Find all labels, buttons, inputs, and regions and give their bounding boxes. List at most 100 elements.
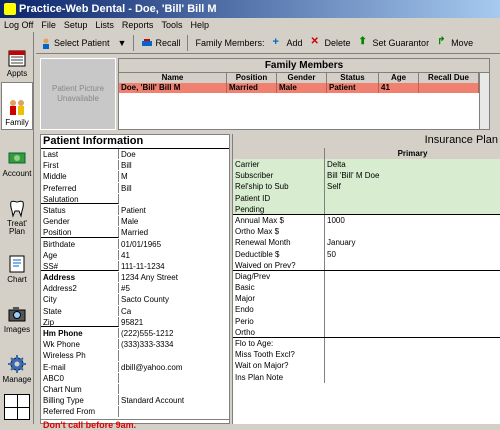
insurance-row[interactable]: Ortho Max $ xyxy=(233,226,500,238)
insurance-row[interactable]: Basic xyxy=(233,282,500,294)
menu-tools[interactable]: Tools xyxy=(157,20,186,30)
sidebar-item-label: Account xyxy=(2,169,32,178)
column-header-recall-due[interactable]: Recall Due xyxy=(419,73,479,83)
patient-info-row[interactable]: City Sacto County xyxy=(41,294,229,306)
patient-info-row[interactable]: Billing Type Standard Account xyxy=(41,395,229,407)
add-family-member-button[interactable]: + Add xyxy=(269,34,307,52)
menu-file[interactable]: File xyxy=(37,20,60,30)
menu-lists[interactable]: Lists xyxy=(91,20,118,30)
patient-info-label: Middle xyxy=(41,171,119,182)
patient-info-row[interactable]: ABC0 xyxy=(41,372,229,384)
patient-info-row[interactable]: Chart Num xyxy=(41,383,229,396)
insurance-row[interactable]: Renewal Month January xyxy=(233,237,500,249)
patient-info-row[interactable]: Middle M xyxy=(41,171,229,183)
insurance-row[interactable]: Flo to Age: xyxy=(233,338,500,350)
patient-info-row[interactable]: Position Married xyxy=(41,227,229,239)
insurance-row[interactable]: Ins Plan Note xyxy=(233,371,500,383)
patient-info-row[interactable]: Age 41 xyxy=(41,249,229,261)
insurance-row[interactable]: Perio xyxy=(233,315,500,327)
insurance-row[interactable]: Pending xyxy=(233,203,500,215)
recall-icon xyxy=(142,38,153,46)
insurance-row[interactable]: Rel'ship to Sub Self xyxy=(233,181,500,193)
patient-info-value: Sacto County xyxy=(121,295,170,305)
insurance-row[interactable]: Carrier Delta xyxy=(233,159,500,171)
menu-reports[interactable]: Reports xyxy=(118,20,158,30)
window-title: Practice-Web Dental - Doe, 'Bill' Bill M xyxy=(19,3,217,15)
insurance-row[interactable]: Deductible $50 xyxy=(233,248,500,260)
cell-position: Married xyxy=(227,83,277,93)
recall-button[interactable]: Recall xyxy=(137,34,184,52)
select-patient-button[interactable]: Select Patient xyxy=(36,34,114,52)
patient-info-row[interactable]: Last Doe xyxy=(41,149,229,161)
insurance-row[interactable]: Patient ID xyxy=(233,192,500,204)
insurance-row[interactable]: Miss Tooth Excl? xyxy=(233,349,500,361)
patient-info-row[interactable]: Status Patient xyxy=(41,204,229,217)
insurance-row[interactable]: Wait on Major? xyxy=(233,360,500,372)
insurance-row[interactable]: Major xyxy=(233,293,500,305)
insurance-value: Delta xyxy=(325,159,500,171)
insurance-row[interactable]: Subscriber Bill 'Bill' M Doe xyxy=(233,170,500,182)
table-row[interactable]: Doe, 'Bill' Bill M Married Male Patient … xyxy=(119,83,489,93)
patient-information-title: Patient Information xyxy=(41,135,229,149)
patient-info-row[interactable]: Gender Male xyxy=(41,216,229,228)
sidebar-item-label: Treat' Plan xyxy=(7,219,27,236)
insurance-label: Carrier xyxy=(233,159,325,171)
column-header-age[interactable]: Age xyxy=(379,73,419,83)
sidebar-item-manage[interactable]: Manage xyxy=(1,338,33,386)
insurance-row[interactable]: Diag/Prev xyxy=(233,270,500,283)
grid-view-icon[interactable] xyxy=(4,394,30,420)
patient-note[interactable]: Don't call before 9am. xyxy=(41,418,229,430)
patient-info-label: SS# xyxy=(41,260,119,272)
patient-info-row[interactable]: Birthdate 01/01/1965 xyxy=(41,238,229,250)
select-patient-dropdown[interactable]: ▼ xyxy=(114,34,131,52)
column-header-position[interactable]: Position xyxy=(227,73,277,83)
set-guarantor-button[interactable]: ⬆ Set Guarantor xyxy=(355,34,434,52)
patient-info-row[interactable]: Preferred Bill xyxy=(41,182,229,194)
patient-info-row[interactable]: E-mail dbill@yahoo.com xyxy=(41,361,229,373)
move-button[interactable]: ↱ Move xyxy=(433,34,477,52)
patient-info-value: 111-11-1234 xyxy=(121,261,165,271)
family-grid-header: Name Position Gender Status Age Recall D… xyxy=(119,73,489,83)
insurance-row[interactable]: Waived on Prev? xyxy=(233,259,500,271)
insurance-label: Annual Max $ xyxy=(233,214,325,227)
sidebar-item-treat-plan[interactable]: Treat' Plan xyxy=(1,182,33,238)
insurance-value xyxy=(325,260,500,270)
patient-info-row[interactable]: Wireless Ph xyxy=(41,350,229,362)
column-header-name[interactable]: Name xyxy=(119,73,227,83)
delete-family-member-button[interactable]: ✕ Delete xyxy=(307,34,355,52)
column-header-gender[interactable]: Gender xyxy=(277,73,327,83)
menu-setup[interactable]: Setup xyxy=(60,20,92,30)
patient-info-value xyxy=(119,373,121,383)
patient-info-row[interactable]: Address 1234 Any Street xyxy=(41,272,229,284)
vertical-scrollbar[interactable] xyxy=(479,73,489,129)
patient-info-row[interactable]: Zip 95821 xyxy=(41,316,229,328)
insurance-value: 50 xyxy=(327,249,336,259)
patient-info-value: Doe xyxy=(121,150,136,159)
sidebar-item-family[interactable]: Family xyxy=(1,82,33,130)
patient-info-row[interactable]: Address2 #5 xyxy=(41,283,229,295)
sidebar-item-images[interactable]: Images xyxy=(1,288,33,336)
family-icon xyxy=(10,100,24,115)
insurance-rows: Carrier Delta Subscriber Bill 'Bill' M Doe R… xyxy=(233,159,500,383)
insurance-row[interactable]: Ortho xyxy=(233,326,500,338)
patient-info-row[interactable]: Hm Phone (222)555-1212 xyxy=(41,328,229,340)
sidebar-item-chart[interactable]: Chart xyxy=(1,238,33,286)
insurance-row[interactable]: Annual Max $1000 xyxy=(233,214,500,227)
menu-log-off[interactable]: Log Off xyxy=(0,20,37,30)
plus-icon: + xyxy=(272,35,279,48)
patient-info-row[interactable]: State Ca xyxy=(41,305,229,317)
sidebar-item-account[interactable]: Account xyxy=(1,132,33,180)
insurance-value: January xyxy=(327,238,356,248)
patient-info-row[interactable]: Wk Phone (333)333-3334 xyxy=(41,339,229,351)
patient-info-row[interactable]: First Bill xyxy=(41,160,229,172)
patient-info-row[interactable]: Referred From xyxy=(41,406,229,418)
column-header-status[interactable]: Status xyxy=(327,73,379,83)
insurance-value xyxy=(325,282,500,293)
sidebar-item-label: Manage xyxy=(2,375,32,384)
insurance-row[interactable]: Endo xyxy=(233,304,500,316)
sidebar-item-appts[interactable]: Appts xyxy=(1,32,33,80)
insurance-label: Ins Plan Note xyxy=(233,371,325,383)
menu-help[interactable]: Help xyxy=(186,20,213,30)
patient-info-row[interactable]: Salutation xyxy=(41,193,229,205)
patient-info-row[interactable]: SS# 111-11-1234 xyxy=(41,260,229,273)
